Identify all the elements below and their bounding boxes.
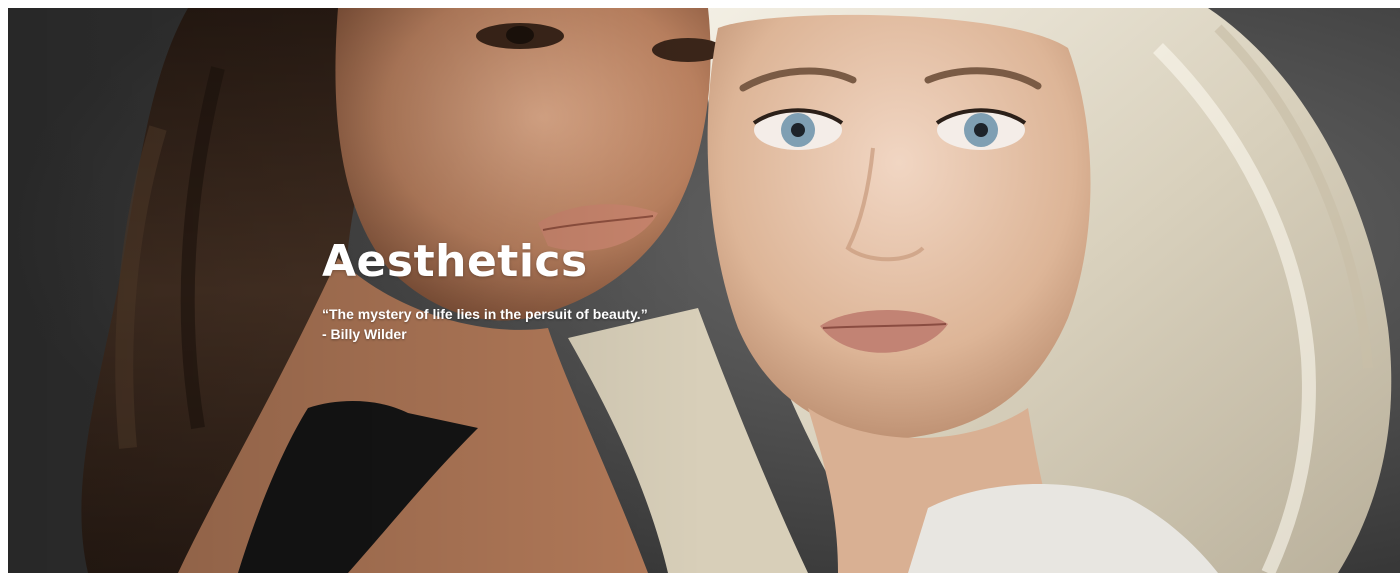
hero-quote-block: “The mystery of life lies in the persuit… [322, 304, 648, 344]
hero-photo [8, 8, 1400, 573]
hero-banner: Aesthetics “The mystery of life lies in … [8, 8, 1400, 573]
hero-attribution: - Billy Wilder [322, 326, 407, 342]
hero-quote: “The mystery of life lies in the persuit… [322, 306, 648, 322]
hero-title: Aesthetics [322, 236, 588, 287]
hero-text-block: Aesthetics “The mystery of life lies in … [322, 234, 648, 344]
